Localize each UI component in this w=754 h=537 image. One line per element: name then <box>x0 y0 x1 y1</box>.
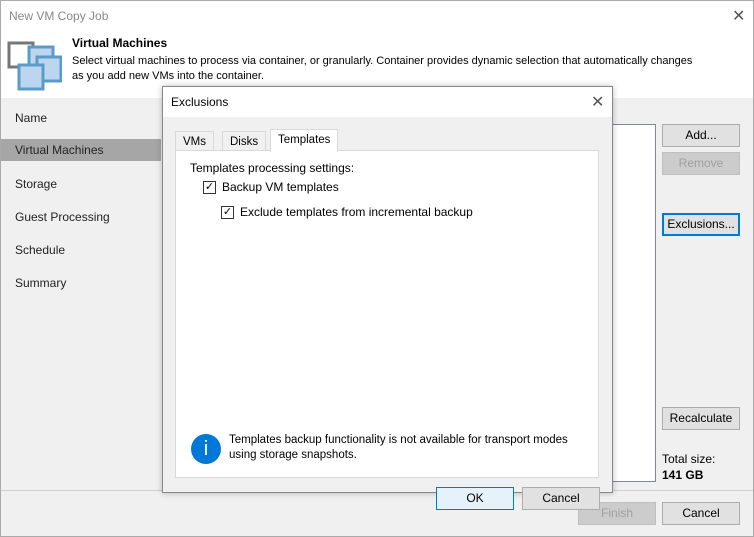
page-title: Virtual Machines <box>72 36 168 50</box>
templates-panel: Templates processing settings: ✓ Backup … <box>175 150 599 478</box>
step-virtual-machines[interactable]: Virtual Machines <box>1 139 161 161</box>
dialog-title: Exclusions <box>171 95 229 109</box>
wizard-steps: Name Virtual Machines Storage Guest Proc… <box>1 98 161 490</box>
dialog-titlebar: Exclusions ✕ <box>163 87 612 117</box>
step-guest-processing[interactable]: Guest Processing <box>1 206 161 228</box>
exclusions-button[interactable]: Exclusions... <box>662 213 740 236</box>
wizard-header: New VM Copy Job ✕ Virtual Machines Selec… <box>1 1 753 98</box>
virtual-machines-icon <box>7 41 62 91</box>
backup-templates-checkbox[interactable]: ✓ <box>203 181 216 194</box>
ok-button[interactable]: OK <box>436 487 514 510</box>
remove-button[interactable]: Remove <box>662 152 740 175</box>
page-description-1: Select virtual machines to process via c… <box>72 55 693 67</box>
page-description-2: as you add new VMs into the container. <box>72 70 265 82</box>
add-button[interactable]: Add... <box>662 124 740 147</box>
step-schedule[interactable]: Schedule <box>1 239 161 261</box>
exclude-incremental-checkbox[interactable]: ✓ <box>221 206 234 219</box>
tab-disks[interactable]: Disks <box>222 131 267 151</box>
step-name[interactable]: Name <box>1 107 161 129</box>
step-storage[interactable]: Storage <box>1 173 161 195</box>
total-size-value: 141 GB <box>662 468 704 482</box>
exclude-incremental-label: Exclude templates from incremental backu… <box>240 205 473 219</box>
cancel-button[interactable]: Cancel <box>662 502 740 525</box>
window-title: New VM Copy Job <box>9 9 109 23</box>
info-text-2: using storage snapshots. <box>229 449 357 461</box>
tab-templates[interactable]: Templates <box>270 129 339 152</box>
step-summary[interactable]: Summary <box>1 272 161 294</box>
backup-templates-label: Backup VM templates <box>222 180 339 194</box>
dialog-close-icon[interactable]: ✕ <box>591 92 604 112</box>
info-icon: i <box>191 434 221 464</box>
dialog-cancel-button[interactable]: Cancel <box>522 487 600 510</box>
info-text-1: Templates backup functionality is not av… <box>229 434 568 446</box>
section-label: Templates processing settings: <box>190 161 355 175</box>
tab-vms[interactable]: VMs <box>175 131 214 151</box>
exclusions-dialog: Exclusions ✕ VMs Disks Templates Templat… <box>162 86 613 510</box>
close-icon[interactable]: ✕ <box>732 6 745 26</box>
total-size-label: Total size: <box>662 452 716 466</box>
recalculate-button[interactable]: Recalculate <box>662 407 740 430</box>
